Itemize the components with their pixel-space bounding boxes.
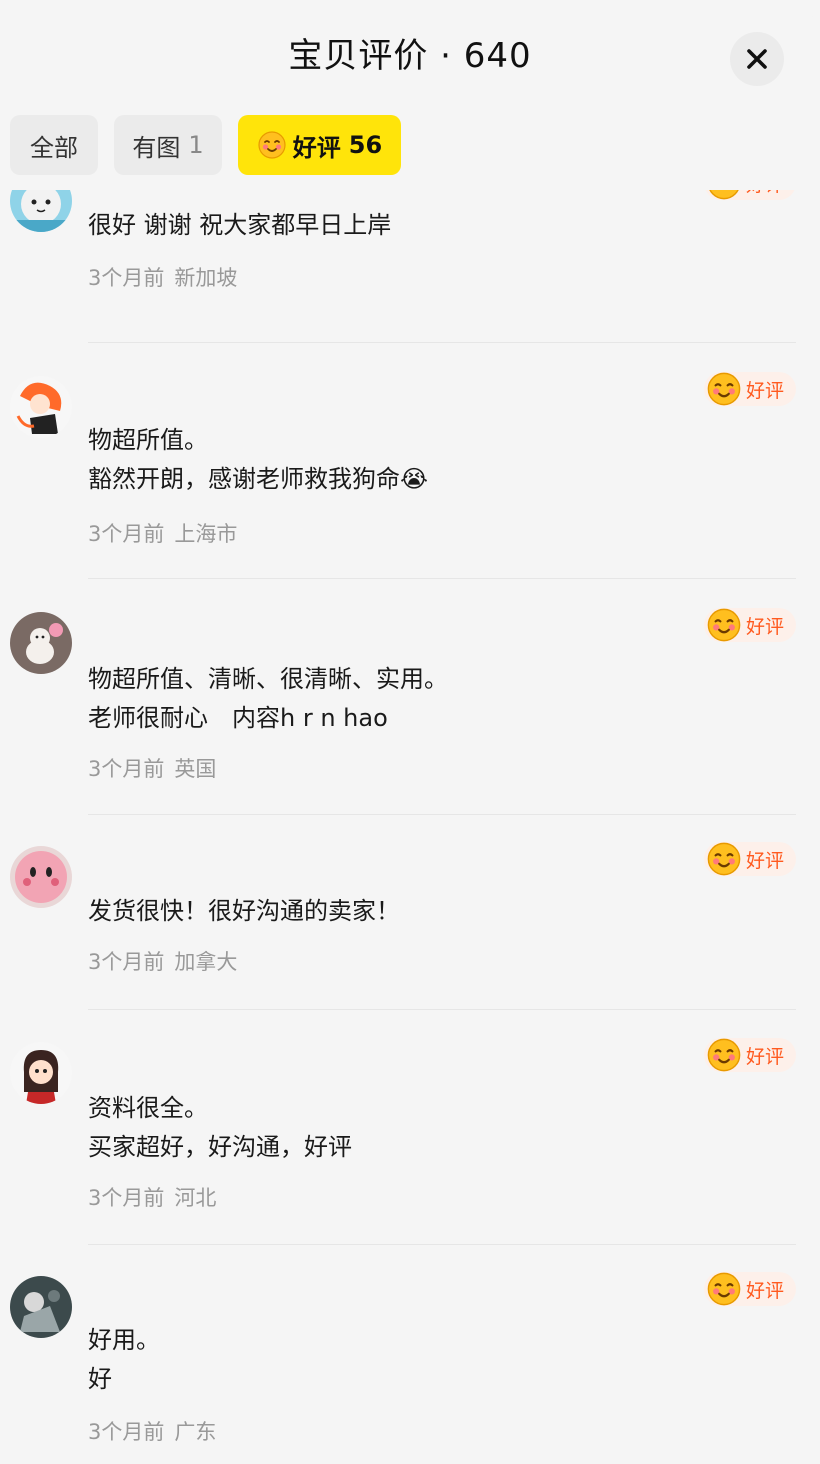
review-line: 豁然开朗，感谢老师救我狗命😭	[88, 465, 429, 493]
review-location: 新加坡	[174, 266, 238, 290]
tab-positive[interactable]: 好评 56	[238, 115, 401, 175]
review-text: 资料很全。 买家超好，好沟通，好评	[88, 1089, 788, 1167]
review-line: 物超所值、清晰、很清晰、实用。	[88, 665, 448, 693]
tab-label: 有图	[132, 133, 181, 162]
review-meta: 3个月前 河北	[88, 1182, 216, 1212]
tab-all[interactable]: 全部	[10, 115, 98, 175]
review-line: 买家超好，好沟通，好评	[88, 1133, 352, 1161]
smiling-face-icon	[709, 190, 739, 200]
smiling-face-icon	[707, 372, 741, 406]
review-text: 物超所值、清晰、很清晰、实用。 老师很耐心 内容h r n hao	[88, 660, 788, 738]
divider	[88, 342, 796, 343]
review-line: 物超所值。	[88, 426, 208, 454]
avatar[interactable]	[10, 1276, 72, 1338]
review-meta: 3个月前 新加坡	[88, 262, 237, 292]
review-time: 3个月前	[88, 757, 165, 781]
review-text: 发货很快！很好沟通的卖家！	[88, 892, 788, 931]
positive-badge: 好评	[704, 1038, 796, 1072]
review-list[interactable]: 好评 很好 谢谢 祝大家都早日上岸 3个月前新加坡	[0, 190, 820, 1464]
tab-count: 1	[188, 131, 204, 159]
divider	[88, 1244, 796, 1245]
avatar[interactable]	[10, 612, 72, 674]
close-icon	[747, 49, 767, 69]
tab-count: 56	[348, 131, 383, 159]
review-meta: 3个月前 加拿大	[88, 946, 237, 976]
avatar[interactable]	[10, 1042, 72, 1104]
review-line: 好	[88, 1365, 112, 1393]
review-text: 好用。 好	[88, 1321, 788, 1399]
review-meta: 3个月前 广东	[88, 1416, 216, 1446]
header: 宝贝评价 · 640	[0, 0, 820, 110]
positive-badge: 好评	[704, 608, 796, 642]
badge-label: 好评	[746, 1279, 785, 1302]
review-text: 物超所值。 豁然开朗，感谢老师救我狗命😭	[88, 421, 788, 499]
review-time: 3个月前	[88, 1186, 165, 1210]
badge-label: 好评	[746, 379, 785, 402]
smiling-face-icon	[707, 1272, 741, 1306]
badge-label: 好评	[746, 1045, 785, 1068]
badge-label: 好评	[746, 615, 785, 638]
smiling-face-icon	[707, 1038, 741, 1072]
review-line: 老师很耐心 内容h r n hao	[88, 704, 388, 732]
anime-avatar-icon	[10, 376, 72, 438]
tab-with-images[interactable]: 有图 1	[114, 115, 222, 175]
review-meta: 3个月前 英国	[88, 753, 216, 783]
review-line: 很好 谢谢 祝大家都早日上岸	[88, 211, 392, 239]
artwork-avatar-icon	[10, 1276, 72, 1338]
positive-badge: 好评	[704, 372, 796, 406]
review-time: 3个月前	[88, 950, 165, 974]
review-meta: 3个月前 上海市	[88, 518, 237, 548]
divider	[88, 1009, 796, 1010]
pink-plush-avatar-icon	[10, 846, 72, 908]
review-location: 河北	[174, 1186, 217, 1210]
review-sheet: 宝贝评价 · 640 全部 有图 1 好评 56 很好 谢谢 祝大家都早日上岸 …	[0, 0, 820, 1464]
review-location: 英国	[174, 757, 217, 781]
smiling-face-icon	[258, 131, 286, 159]
badge-label: 好评	[746, 190, 784, 197]
positive-badge: 好评	[704, 1272, 796, 1306]
avatar[interactable]	[10, 190, 72, 232]
review-line: 资料很全。	[88, 1094, 208, 1122]
review-time: 3个月前	[88, 522, 165, 546]
review-line: 发货很快！很好沟通的卖家！	[88, 897, 400, 925]
review-text: 很好 谢谢 祝大家都早日上岸	[88, 206, 788, 245]
tab-label: 全部	[30, 133, 78, 162]
close-button[interactable]	[730, 32, 784, 86]
review-location: 加拿大	[174, 950, 238, 974]
review-location: 上海市	[174, 522, 238, 546]
positive-badge: 好评	[704, 842, 796, 876]
review-line: 好用。	[88, 1326, 160, 1354]
filter-tabs: 全部 有图 1 好评 56	[0, 110, 820, 190]
dog-avatar-icon	[10, 612, 72, 674]
tab-label: 好评	[292, 133, 341, 162]
smiling-face-icon	[707, 842, 741, 876]
badge-label: 好评	[746, 849, 785, 872]
avatar[interactable]	[10, 376, 72, 438]
review-time: 3个月前	[88, 266, 165, 290]
review-time: 3个月前	[88, 1420, 165, 1444]
page-title: 宝贝评价 · 640	[288, 36, 532, 76]
positive-badge: 好评	[704, 190, 796, 200]
cat-avatar-icon	[10, 190, 72, 232]
divider	[88, 814, 796, 815]
avatar[interactable]	[10, 846, 72, 908]
girl-avatar-icon	[10, 1042, 72, 1104]
review-location: 广东	[174, 1420, 217, 1444]
divider	[88, 578, 796, 579]
smiling-face-icon	[707, 608, 741, 642]
